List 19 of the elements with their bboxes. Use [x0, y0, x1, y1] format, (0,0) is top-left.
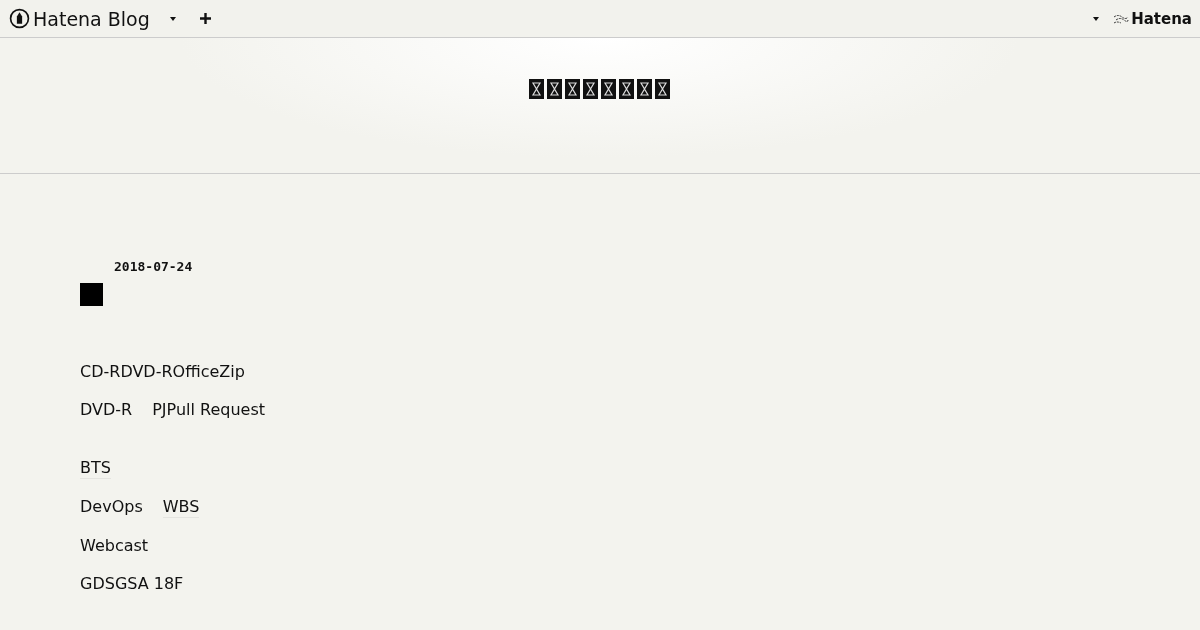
- paragraph-text: Webcast: [80, 536, 149, 556]
- keyword-link[interactable]: BTS: [80, 458, 111, 479]
- paragraph-text: DevOps: [80, 497, 143, 518]
- pen-logo-icon: [9, 8, 30, 29]
- hatena-logo-link[interactable]: Hatena: [1113, 9, 1192, 28]
- paragraph-text: PJPull Request: [152, 400, 266, 420]
- paragraph-text: GDSGSA 18F: [80, 574, 184, 594]
- hatena-blog-logo-link[interactable]: Hatena Blog: [9, 7, 150, 30]
- plus-icon: [199, 13, 211, 24]
- entry-date: 2018-07-24: [114, 258, 194, 276]
- logo-text: Hatena Blog: [33, 7, 150, 30]
- keyword-link[interactable]: WBS: [162, 497, 200, 518]
- paragraph-text: DVD-R: [80, 400, 133, 420]
- caret-icon: [1093, 16, 1100, 21]
- paragraph-text: CD-RDVD-ROfficeZip: [80, 362, 245, 382]
- missing-glyph-icon: [80, 283, 103, 306]
- caret-icon: [169, 16, 176, 21]
- wave-logo-icon: [1113, 13, 1130, 24]
- hatena-logo-text: Hatena: [1131, 9, 1192, 28]
